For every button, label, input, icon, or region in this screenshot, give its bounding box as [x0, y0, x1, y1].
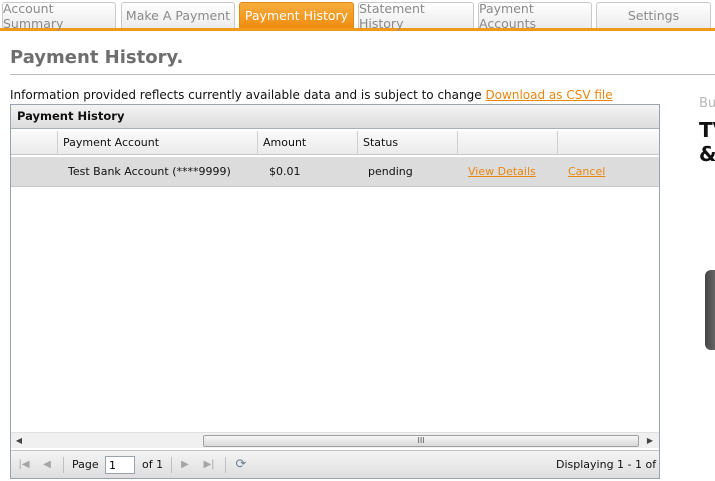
- last-page-icon[interactable]: ▶|: [202, 458, 216, 472]
- payment-history-panel: Payment History Payment Account Amount S…: [10, 104, 660, 479]
- refresh-icon[interactable]: ⟳: [233, 457, 249, 473]
- promo-headline-line: TV: [699, 118, 715, 142]
- tab-settings[interactable]: Settings: [596, 2, 711, 28]
- cancel-payment-link[interactable]: Cancel: [568, 157, 605, 187]
- toolbar-separator: [225, 457, 226, 473]
- table-row[interactable]: Test Bank Account (****9999) $0.01 pendi…: [11, 157, 659, 187]
- page-count-label: of 1: [142, 458, 164, 471]
- toolbar-separator: [63, 457, 64, 473]
- tab-statement-history[interactable]: Statement History: [358, 1, 474, 31]
- panel-title: Payment History: [11, 105, 659, 129]
- promo-fragment: Bu: [699, 96, 715, 111]
- page-title: Payment History.: [10, 47, 184, 68]
- scrollbar-thumb[interactable]: III: [203, 435, 639, 447]
- horizontal-scrollbar[interactable]: ◀ III ▶: [11, 432, 659, 448]
- tab-make-a-payment[interactable]: Make A Payment: [121, 2, 235, 28]
- tab-account-summary[interactable]: Account Summary: [2, 1, 116, 31]
- tab-bar: Account Summary Make A Payment Payment H…: [0, 0, 715, 31]
- paging-toolbar: |◀ ◀ Page of 1 ▶ ▶| ⟳ Displaying 1 - 1 o…: [11, 450, 659, 478]
- promo-headline: TV &: [699, 118, 715, 166]
- toolbar-separator: [171, 457, 172, 473]
- grid-header: Payment Account Amount Status: [11, 131, 659, 155]
- previous-page-icon[interactable]: ◀: [40, 458, 54, 472]
- tab-payment-history[interactable]: Payment History: [239, 2, 354, 28]
- column-header-payment-account[interactable]: Payment Account: [58, 131, 258, 155]
- column-header-details: [458, 131, 558, 155]
- next-page-icon[interactable]: ▶: [178, 458, 192, 472]
- page-number-input[interactable]: [105, 456, 135, 474]
- column-header-status[interactable]: Status: [358, 131, 458, 155]
- scroll-left-icon[interactable]: ◀: [13, 435, 25, 447]
- column-header-cancel: [558, 131, 659, 155]
- tab-payment-accounts[interactable]: Payment Accounts: [478, 1, 592, 31]
- scroll-right-icon[interactable]: ▶: [644, 435, 656, 447]
- cell-status: pending: [368, 165, 413, 178]
- promo-headline-line: &: [699, 142, 715, 166]
- title-divider: [10, 74, 715, 75]
- displaying-count: Displaying 1 - 1 of 1: [556, 458, 657, 471]
- first-page-icon[interactable]: |◀: [17, 458, 31, 472]
- info-text: Information provided reflects currently …: [10, 88, 486, 102]
- cell-amount: $0.01: [269, 165, 301, 178]
- promo-device-image: [705, 270, 715, 350]
- info-line: Information provided reflects currently …: [10, 88, 613, 102]
- download-csv-link[interactable]: Download as CSV file: [485, 88, 612, 102]
- column-header-blank: [11, 131, 58, 155]
- cell-payment-account: Test Bank Account (****9999): [68, 165, 231, 178]
- column-header-amount[interactable]: Amount: [258, 131, 358, 155]
- view-details-link[interactable]: View Details: [468, 157, 536, 187]
- page-label: Page: [72, 458, 99, 471]
